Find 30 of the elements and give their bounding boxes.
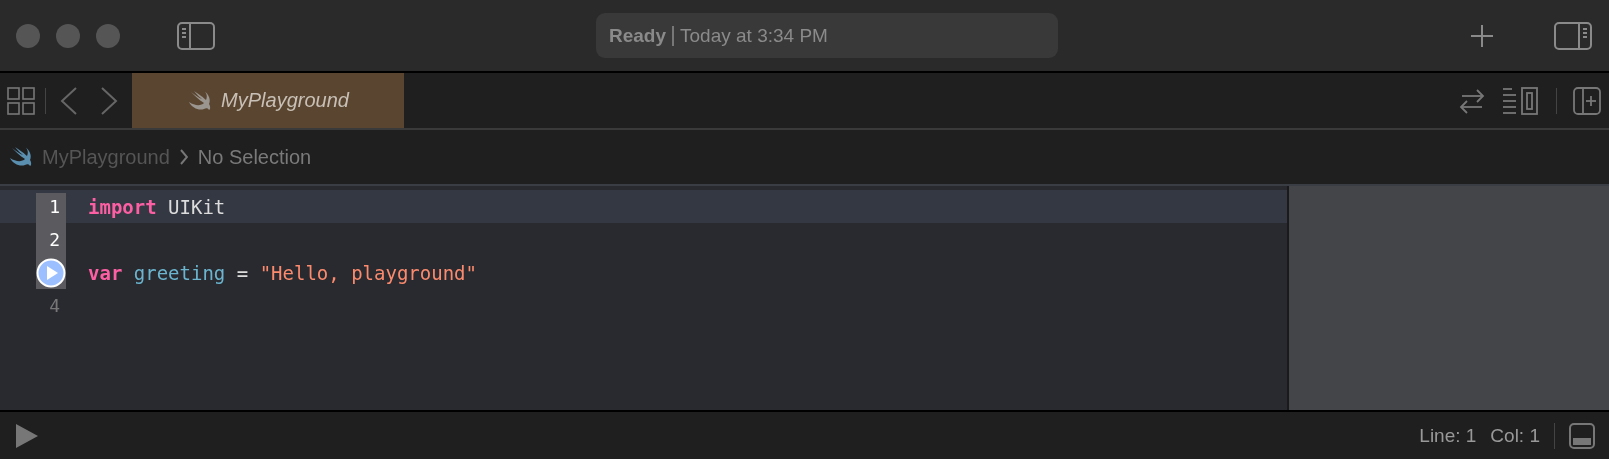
inspector-toggle-icon[interactable]: [1553, 20, 1593, 51]
swap-arrows-icon[interactable]: [1458, 86, 1486, 115]
cursor-column: Col: 1: [1490, 424, 1540, 447]
chevron-icon: [179, 149, 188, 165]
swift-icon: [187, 89, 212, 112]
close-window-button[interactable]: [16, 23, 40, 48]
debug-area-toggle-icon[interactable]: [1569, 422, 1595, 449]
run-icon[interactable]: [14, 421, 40, 450]
minimap-icon[interactable]: [1502, 86, 1540, 115]
code-line: import UIKit: [88, 195, 226, 218]
add-icon[interactable]: [1469, 22, 1495, 49]
line-number: 2: [49, 229, 61, 250]
add-editor-icon[interactable]: [1573, 86, 1601, 115]
breadcrumb-selection[interactable]: No Selection: [197, 145, 312, 169]
sidebar-toggle-icon[interactable]: [176, 20, 216, 51]
back-icon[interactable]: [60, 85, 78, 116]
minimize-window-button[interactable]: [56, 23, 80, 48]
grid-icon[interactable]: [7, 86, 35, 115]
editor-tab[interactable]: MyPlayground: [132, 73, 404, 128]
run-line-button[interactable]: [36, 257, 66, 288]
code-line: var greeting = "Hello, playground": [88, 261, 477, 284]
forward-icon[interactable]: [100, 85, 118, 116]
status-state: Ready: [609, 24, 667, 47]
tab-label: MyPlayground: [221, 89, 349, 112]
line-number: 4: [49, 295, 61, 316]
status-time: Today at 3:34 PM: [680, 24, 828, 47]
line-number: 1: [49, 196, 61, 217]
cursor-line: Line: 1: [1419, 424, 1477, 447]
swift-icon: [8, 146, 32, 168]
zoom-window-button[interactable]: [96, 23, 120, 48]
